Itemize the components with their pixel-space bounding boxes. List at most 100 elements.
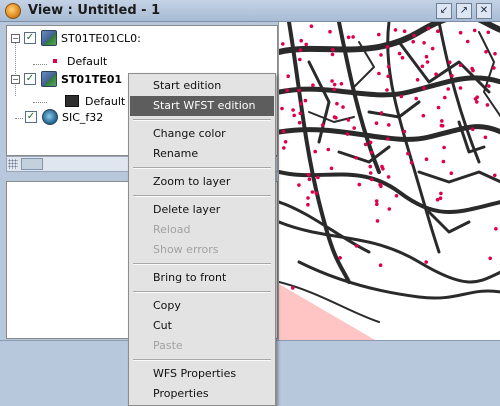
point-feature [306,196,310,200]
point-feature [486,30,491,35]
point-feature [314,191,319,195]
point-feature [298,48,303,52]
collapse-icon[interactable]: − [11,74,20,84]
point-feature [420,64,425,69]
layer-context-menu[interactable]: Start edition Start WFST edition Change co… [128,73,276,406]
point-feature [386,137,390,141]
point-feature [280,106,284,111]
menu-item-start-wfst-edition[interactable]: Start WFST edition [130,96,274,116]
menu-separator [133,263,271,265]
layer-visibility-checkbox[interactable]: ✓ [25,111,37,123]
point-feature [306,202,310,207]
menu-item-properties[interactable]: Properties [130,384,274,404]
point-feature [282,146,286,150]
point-feature [386,175,391,179]
point-feature [386,74,390,79]
point-feature [471,68,475,73]
menu-item-cut[interactable]: Cut [130,316,274,336]
point-feature [415,78,420,82]
point-feature [352,126,356,130]
legend-label: Default [85,94,126,108]
menu-separator [133,195,271,197]
point-feature [281,42,285,46]
point-feature [441,159,446,164]
point-feature [328,29,332,34]
menu-item-wfs-properties[interactable]: WFS Properties [130,364,274,384]
point-feature [424,157,429,161]
point-feature [306,172,311,177]
point-feature [440,119,444,123]
layer-row[interactable]: ✓ SIC_f32 [25,108,103,126]
road-line [297,260,500,300]
point-feature [412,33,416,38]
point-feature [304,42,308,47]
point-feature [397,51,402,56]
menu-item-start-edition[interactable]: Start edition [130,76,274,96]
point-feature [298,111,303,116]
scrollbar-thumb[interactable] [21,158,43,170]
menu-separator [133,359,271,361]
road-line [337,145,391,164]
menu-separator [133,291,271,293]
point-feature [484,50,488,54]
point-feature [338,256,342,260]
menu-item-paste: Paste [153,339,183,352]
point-feature [442,145,446,150]
point-feature [402,129,407,134]
point-feature [458,30,463,35]
point-feature [316,175,320,180]
point-feature [379,53,383,57]
point-feature [378,263,383,267]
point-feature [354,156,358,160]
window-titlebar[interactable]: View : Untitled - 1 ↙ ↗ ✕ [0,0,500,22]
menu-item-rename[interactable]: Rename [130,144,274,164]
point-feature [450,73,454,78]
point-feature [309,24,314,28]
point-feature [387,123,391,127]
point-feature [483,135,488,140]
point-feature [485,103,490,107]
point-feature [298,57,302,62]
point-feature [320,123,325,127]
road-line [417,170,500,184]
point-feature [435,197,440,202]
point-feature [374,121,379,125]
layer-row[interactable]: − ✓ ST01TE01CL0: [11,29,141,47]
point-symbol-icon [53,59,57,63]
point-feature [436,105,441,110]
menu-item-bring-to-front[interactable]: Bring to front [130,268,274,288]
point-feature [374,199,379,203]
point-feature [369,150,374,155]
point-feature [329,166,334,171]
point-feature [380,164,384,169]
close-icon[interactable]: ✕ [476,3,492,19]
point-feature [385,45,390,49]
layer-visibility-checkbox[interactable]: ✓ [24,73,36,85]
map-canvas[interactable] [278,22,500,340]
point-feature [375,202,379,207]
layer-row[interactable]: − ✓ ST01TE01 [11,70,122,88]
point-feature [385,88,389,92]
layer-name[interactable]: SIC_f32 [62,111,103,124]
maximize-icon[interactable]: ↗ [456,3,472,19]
point-feature [285,88,289,93]
point-feature [488,256,492,261]
layer-name[interactable]: ST01TE01CL0: [61,32,141,45]
minimize-icon[interactable]: ↙ [436,3,452,19]
point-feature [400,55,405,60]
menu-item-delete-layer[interactable]: Delete layer [130,200,274,220]
collapse-icon[interactable]: − [11,33,20,43]
menu-item-copy[interactable]: Copy [130,296,274,316]
point-feature [493,51,497,56]
menu-item-zoom-to-layer[interactable]: Zoom to layer [130,172,274,192]
layer-visibility-checkbox[interactable]: ✓ [24,32,36,44]
menu-item-change-color[interactable]: Change color [130,124,274,144]
point-feature [281,129,286,134]
scroll-grip-icon[interactable] [8,159,18,169]
area-polygon [279,284,375,340]
tree-connector [15,118,23,119]
point-feature [458,63,463,68]
layer-name[interactable]: ST01TE01 [61,73,122,86]
point-feature [430,46,435,51]
legend-row: Default [49,52,107,70]
